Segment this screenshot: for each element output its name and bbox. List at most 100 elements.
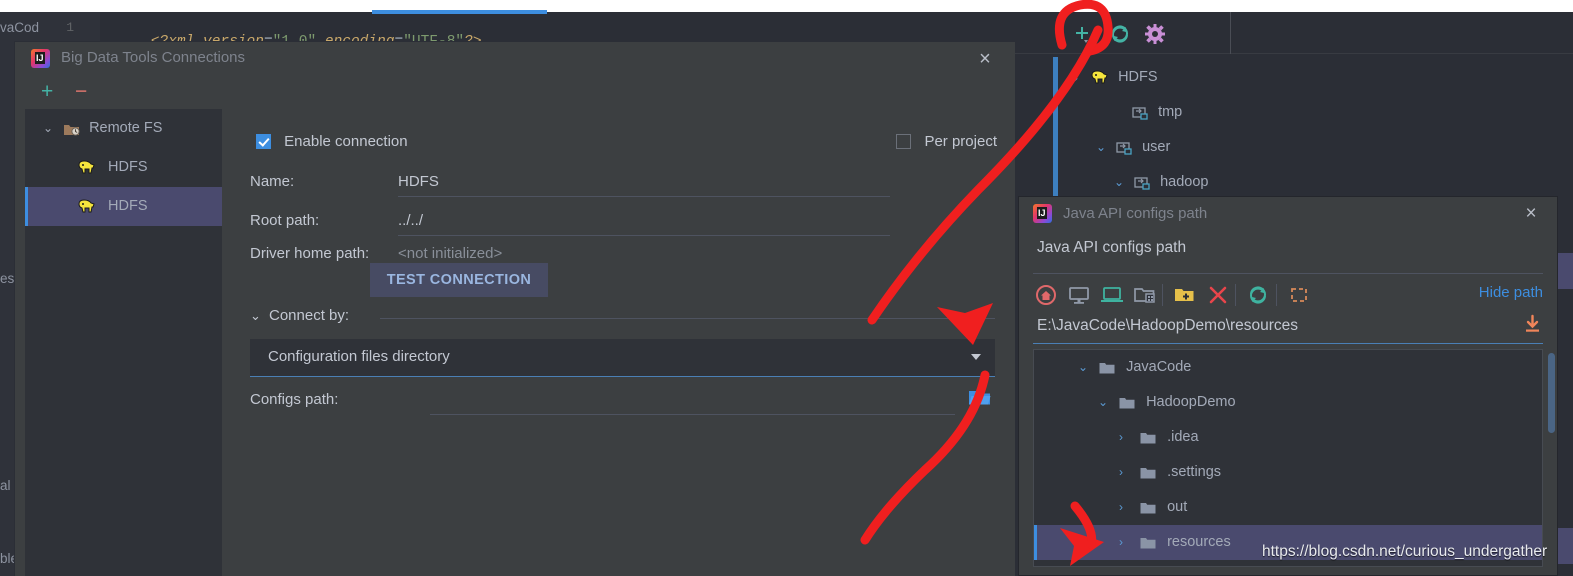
chevron-right-icon[interactable]: › xyxy=(1119,490,1134,525)
dialog-heading: Java API configs path xyxy=(1037,239,1187,256)
edge-text-fragment: es xyxy=(0,271,15,286)
enable-connection-label: Enable connection xyxy=(284,132,408,150)
chevron-down-icon[interactable]: ⌄ xyxy=(1098,385,1113,420)
chevron-down-icon[interactable]: ⌄ xyxy=(250,308,261,324)
field-underline xyxy=(398,196,890,197)
enable-connection-checkbox[interactable] xyxy=(256,133,271,149)
remove-connection-button[interactable]: − xyxy=(75,81,87,102)
folder-icon xyxy=(1140,501,1156,514)
name-field-value[interactable]: HDFS xyxy=(398,171,439,193)
desktop-icon[interactable] xyxy=(1066,282,1092,308)
intellij-logo-icon xyxy=(31,49,50,68)
current-path-value[interactable]: E:\JavaCode\HadoopDemo\resources xyxy=(1037,317,1298,335)
add-connection-button[interactable]: + xyxy=(41,81,53,102)
configs-path-label: Configs path: xyxy=(250,391,339,408)
chevron-right-icon[interactable]: › xyxy=(1119,420,1134,455)
intellij-logo-icon xyxy=(1033,204,1052,223)
folder-icon xyxy=(1099,361,1115,374)
chevron-right-icon[interactable]: › xyxy=(1119,455,1134,490)
hide-path-link[interactable]: Hide path xyxy=(1479,284,1543,301)
enable-connection-row[interactable]: Enable connection xyxy=(256,132,408,150)
chevron-down-icon[interactable]: ⌄ xyxy=(1070,60,1086,95)
chevron-down-icon[interactable]: ⌄ xyxy=(1096,130,1112,165)
tree-node-label: HadoopDemo xyxy=(1146,394,1236,410)
background-selection-strip xyxy=(1558,528,1573,564)
per-project-checkbox[interactable] xyxy=(896,133,912,149)
connect-by-label: Connect by: xyxy=(269,307,350,324)
connect-by-dropdown[interactable]: Configuration files directory xyxy=(250,339,995,377)
path-field-underline xyxy=(1033,343,1543,344)
section-rule xyxy=(380,318,995,319)
connections-tree[interactable]: ⌄ Remote FS HDFS HDFS xyxy=(25,109,222,576)
add-connection-button[interactable] xyxy=(1070,22,1094,46)
dialog-title-bar: Java API configs path × xyxy=(1019,197,1557,231)
chevron-down-icon[interactable]: ⌄ xyxy=(43,109,59,148)
laptop-icon[interactable] xyxy=(1099,282,1125,308)
tool-window-active-rail xyxy=(1053,57,1058,197)
sidebar-toolbar: + − xyxy=(15,75,222,109)
driver-home-path-value[interactable]: <not initialized> xyxy=(398,243,502,265)
tree-node-hdfs-2[interactable]: HDFS xyxy=(25,187,222,226)
tree-node-idea[interactable]: › .idea xyxy=(1034,420,1542,455)
tree-node-label: HDFS xyxy=(108,159,148,175)
name-field-row: Name: HDFS xyxy=(250,171,890,201)
hdfs-file-tree[interactable]: ⌄ HDFS tmp ⌄ user ⌄ hadoop xyxy=(1070,60,1570,200)
heading-rule xyxy=(1033,273,1543,274)
tree-node-hadoop[interactable]: ⌄ hadoop xyxy=(1070,165,1570,200)
test-connection-button[interactable]: TEST CONNECTION xyxy=(370,263,548,297)
remote-folder-icon xyxy=(1132,106,1149,120)
toolbar-divider xyxy=(1230,12,1231,54)
tree-node-label: user xyxy=(1142,139,1171,155)
root-path-field-value[interactable]: ../../ xyxy=(398,210,423,232)
chevron-right-icon[interactable]: › xyxy=(1119,525,1134,560)
configs-path-input[interactable] xyxy=(430,414,955,415)
file-chooser-toolbar: Hide path xyxy=(1033,279,1543,311)
project-folder-icon[interactable] xyxy=(1132,282,1158,308)
close-icon[interactable]: × xyxy=(973,47,997,71)
tree-node-user[interactable]: ⌄ user xyxy=(1070,130,1570,165)
big-data-tools-connections-dialog: Big Data Tools Connections × + − ⌄ xyxy=(14,41,1015,576)
active-tab-underline xyxy=(372,10,547,14)
tree-node-label: .idea xyxy=(1167,429,1199,445)
select-path-icon[interactable] xyxy=(1286,282,1312,308)
tree-node-label: tmp xyxy=(1158,104,1183,120)
new-folder-icon[interactable] xyxy=(1172,282,1198,308)
refresh-icon[interactable] xyxy=(1245,282,1271,308)
tree-scrollbar[interactable] xyxy=(1548,353,1555,433)
remote-folder-icon xyxy=(1134,176,1151,190)
delete-icon[interactable] xyxy=(1205,282,1231,308)
download-icon[interactable] xyxy=(1524,314,1541,333)
window-top-edge xyxy=(0,0,1573,12)
tree-node-javacode[interactable]: ⌄ JavaCode xyxy=(1034,350,1542,385)
tree-node-label: resources xyxy=(1167,534,1231,550)
tree-node-out[interactable]: › out xyxy=(1034,490,1542,525)
connect-by-selected-value: Configuration files directory xyxy=(268,348,450,365)
tree-node-tmp[interactable]: tmp xyxy=(1070,95,1570,130)
per-project-row[interactable]: Per project xyxy=(896,132,997,150)
settings-gear-button[interactable] xyxy=(1143,22,1167,46)
edge-text-fragment: vaCod xyxy=(0,20,40,35)
hadoop-elephant-icon xyxy=(77,199,96,214)
refresh-button[interactable] xyxy=(1108,22,1132,46)
chevron-down-icon[interactable] xyxy=(971,354,981,360)
remote-folder-icon xyxy=(1116,141,1133,155)
chevron-down-icon[interactable]: ⌄ xyxy=(1114,165,1130,200)
close-icon[interactable]: × xyxy=(1519,202,1543,226)
tree-node-settings[interactable]: › .settings xyxy=(1034,455,1542,490)
tree-node-remote-fs[interactable]: ⌄ Remote FS xyxy=(25,109,222,148)
driver-home-path-label: Driver home path: xyxy=(250,245,370,262)
folder-icon xyxy=(1140,431,1156,444)
folder-icon xyxy=(1140,536,1156,549)
tree-node-label: Remote FS xyxy=(89,120,163,136)
chevron-down-icon[interactable]: ⌄ xyxy=(1078,350,1093,385)
hdfs-toolbar xyxy=(1015,12,1573,54)
tree-node-hdfs[interactable]: ⌄ HDFS xyxy=(1070,60,1570,95)
directory-tree[interactable]: ⌄ JavaCode ⌄ HadoopDemo › .idea › .setti… xyxy=(1033,349,1543,567)
home-icon[interactable] xyxy=(1033,282,1059,308)
tree-node-hadoopdemo[interactable]: ⌄ HadoopDemo xyxy=(1034,385,1542,420)
per-project-label: Per project xyxy=(924,132,997,150)
folder-icon xyxy=(1140,466,1156,479)
connection-settings-panel: Enable connection Per project Name: HDFS… xyxy=(222,75,1015,576)
browse-folder-icon[interactable] xyxy=(968,388,991,407)
tree-node-hdfs-1[interactable]: HDFS xyxy=(25,148,222,187)
